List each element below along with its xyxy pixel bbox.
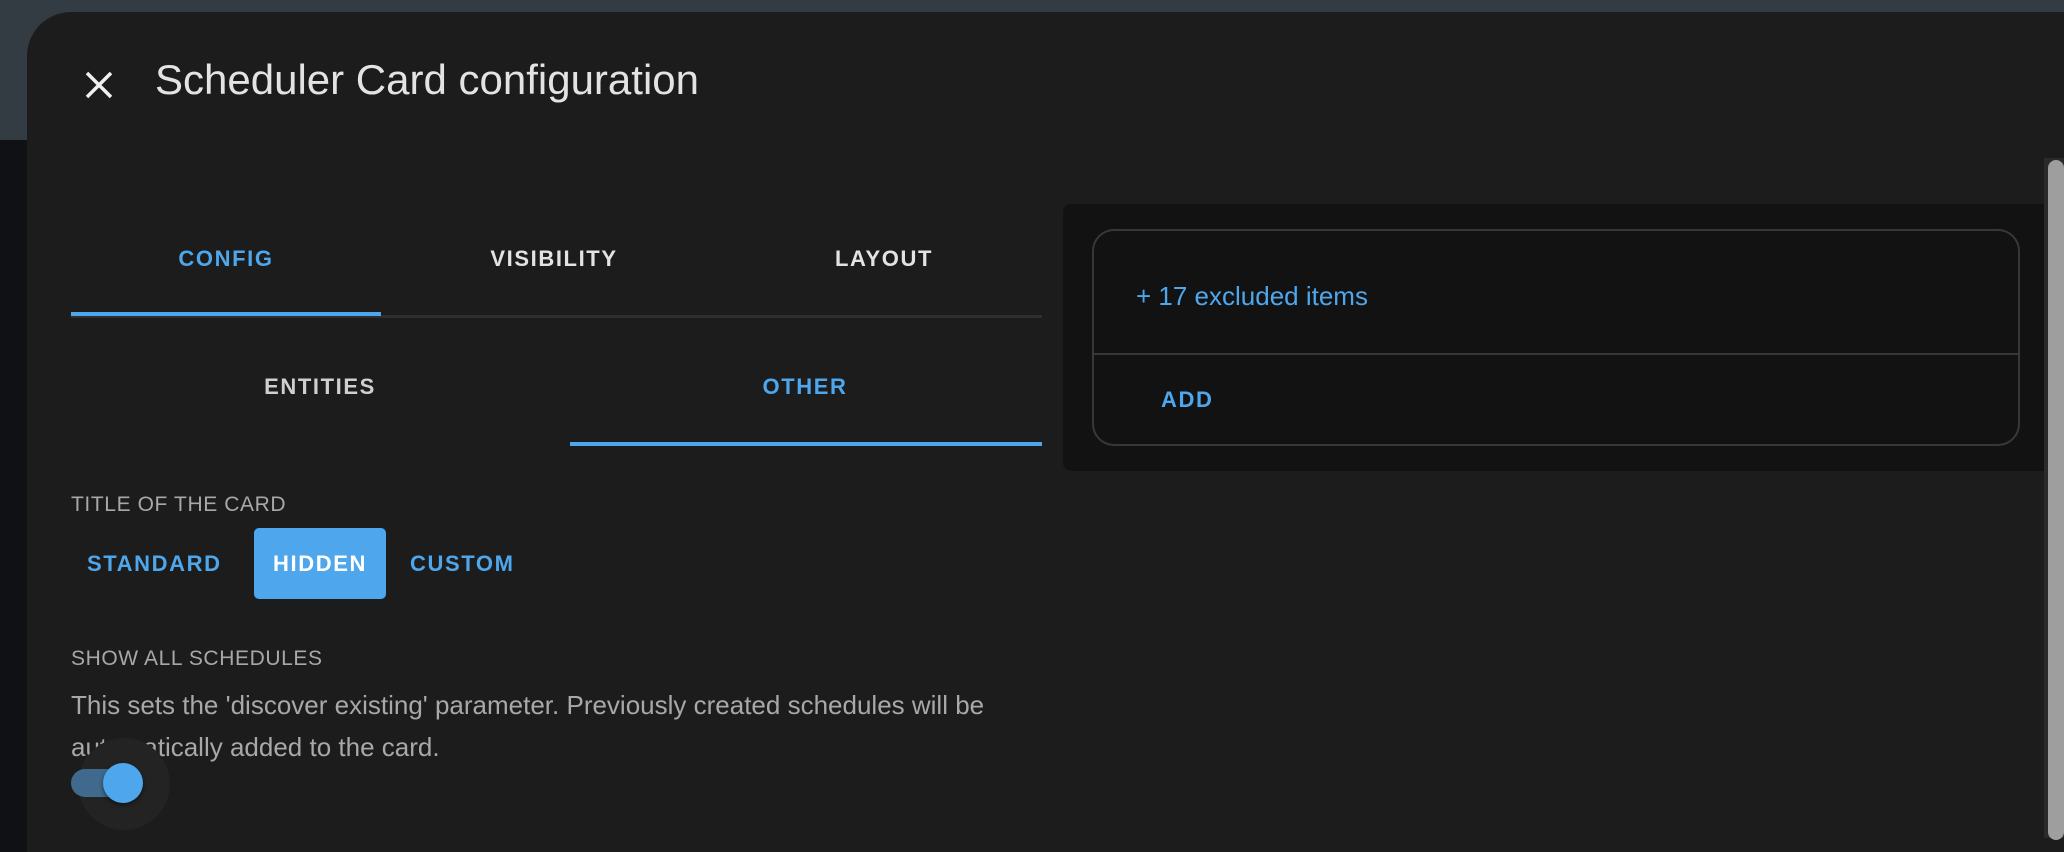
card-divider [1094, 353, 2018, 355]
scrollbar-thumb[interactable] [2048, 160, 2064, 840]
tab-layout[interactable]: LAYOUT [835, 246, 933, 272]
show-all-description: This sets the 'discover existing' parame… [71, 690, 985, 762]
title-option-custom[interactable]: CUSTOM [410, 528, 515, 599]
excluded-items-link[interactable]: + 17 excluded items [1136, 281, 1368, 312]
close-button[interactable] [72, 58, 126, 112]
subtab-other[interactable]: OTHER [763, 374, 848, 400]
add-button[interactable]: ADD [1161, 387, 1213, 413]
title-option-hidden[interactable]: HIDDEN [254, 528, 386, 599]
show-all-schedules-label: SHOW ALL SCHEDULES [71, 647, 323, 670]
tab-active-indicator [71, 312, 381, 316]
title-of-card-label: TITLE OF THE CARD [71, 493, 287, 516]
close-icon [85, 71, 113, 99]
toggle-knob[interactable] [103, 763, 143, 803]
title-option-standard[interactable]: STANDARD [87, 528, 222, 599]
dialog-title: Scheduler Card configuration [155, 56, 699, 103]
subtab-entities[interactable]: ENTITIES [264, 374, 376, 400]
tab-visibility[interactable]: VISIBILITY [490, 246, 617, 272]
scheduler-card-preview: + 17 excluded items ADD [1092, 229, 2020, 446]
subtab-active-indicator [570, 442, 1042, 446]
tab-config[interactable]: CONFIG [178, 246, 273, 272]
